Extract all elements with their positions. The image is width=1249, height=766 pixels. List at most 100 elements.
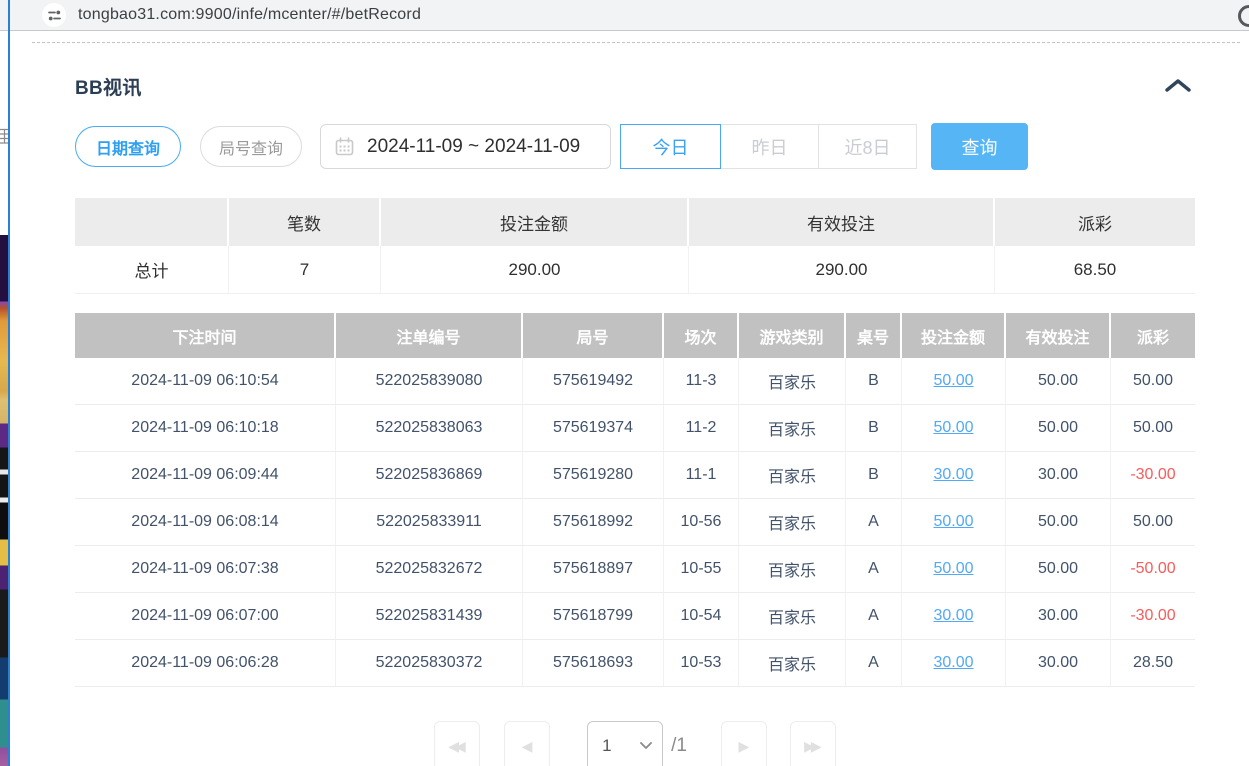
total-pages-label: /1 <box>671 735 687 757</box>
bet-amount-cell[interactable]: 50.00 <box>902 405 1006 452</box>
bet-table-header: 下注时间 注单编号 局号 场次 游戏类别 桌号 投注金额 有效投注 派彩 <box>75 313 1195 358</box>
browser-trailing-icon[interactable] <box>1238 5 1249 27</box>
order-no-cell: 522025832672 <box>336 546 523 593</box>
pagination-bar: ◀◀ ◀ 1 /1 ▶ ▶▶ <box>75 721 1195 766</box>
summary-total-valid-bet: 290.00 <box>689 246 995 294</box>
page-title: BB视讯 <box>75 73 142 100</box>
order-no-cell: 522025831439 <box>336 593 523 640</box>
game-type-cell: 百家乐 <box>739 593 846 640</box>
round-no-cell: 575618693 <box>523 640 664 687</box>
last-page-button[interactable]: ▶▶ <box>790 721 836 766</box>
double-right-arrow-icon: ▶▶ <box>804 738 822 755</box>
chevron-up-icon <box>1165 79 1191 92</box>
double-left-arrow-icon: ◀◀ <box>448 738 466 755</box>
table-no-cell: B <box>846 405 902 452</box>
round-no-cell: 575618897 <box>523 546 664 593</box>
game-type-cell: 百家乐 <box>739 452 846 499</box>
order-no-cell: 522025839080 <box>336 358 523 405</box>
bet-time-cell: 2024-11-09 06:07:00 <box>75 593 336 640</box>
header-valid-bet: 有效投注 <box>1006 313 1111 358</box>
header-session: 场次 <box>664 313 739 358</box>
bet-time-cell: 2024-11-09 06:06:28 <box>75 640 336 687</box>
bet-record-panel: BB视讯 日期查询 局号查询 <box>10 31 1249 766</box>
summary-header-blank <box>75 198 229 246</box>
valid-bet-cell: 50.00 <box>1006 499 1111 546</box>
table-row: 2024-11-09 06:10:18522025838063575619374… <box>75 405 1195 452</box>
prev-page-button[interactable]: ◀ <box>504 721 550 766</box>
valid-bet-cell: 30.00 <box>1006 452 1111 499</box>
summary-total-row: 总计 7 290.00 290.00 68.50 <box>75 246 1195 294</box>
quick-range-today[interactable]: 今日 <box>620 124 721 169</box>
round-query-tab[interactable]: 局号查询 <box>200 126 302 167</box>
header-bet-amount: 投注金额 <box>902 313 1006 358</box>
quick-range-yesterday[interactable]: 昨日 <box>721 124 819 169</box>
header-payout: 派彩 <box>1111 313 1195 358</box>
right-arrow-icon: ▶ <box>739 738 750 755</box>
payout-cell: -50.00 <box>1111 546 1195 593</box>
table-no-cell: B <box>846 452 902 499</box>
session-cell: 11-1 <box>664 452 739 499</box>
bet-time-cell: 2024-11-09 06:07:38 <box>75 546 336 593</box>
payout-cell: -30.00 <box>1111 593 1195 640</box>
filter-bar: 日期查询 局号查询 2024-11-09 ~ 2024-11-09 <box>75 123 1195 170</box>
order-no-cell: 522025836869 <box>336 452 523 499</box>
bet-record-table: 下注时间 注单编号 局号 场次 游戏类别 桌号 投注金额 有效投注 派彩 202… <box>75 313 1195 687</box>
session-cell: 10-53 <box>664 640 739 687</box>
summary-header-payout: 派彩 <box>995 198 1195 246</box>
dotted-divider <box>32 42 1240 43</box>
table-row: 2024-11-09 06:07:38522025832672575618897… <box>75 546 1195 593</box>
next-page-button[interactable]: ▶ <box>721 721 767 766</box>
valid-bet-cell: 30.00 <box>1006 593 1111 640</box>
header-bet-time: 下注时间 <box>75 313 336 358</box>
game-type-cell: 百家乐 <box>739 640 846 687</box>
header-round-no: 局号 <box>523 313 664 358</box>
first-page-button[interactable]: ◀◀ <box>434 721 480 766</box>
game-type-cell: 百家乐 <box>739 405 846 452</box>
quick-range-group: 今日 昨日 近8日 <box>620 124 917 169</box>
round-no-cell: 575618992 <box>523 499 664 546</box>
game-type-cell: 百家乐 <box>739 546 846 593</box>
valid-bet-cell: 50.00 <box>1006 358 1111 405</box>
payout-cell: 28.50 <box>1111 640 1195 687</box>
session-cell: 11-3 <box>664 358 739 405</box>
valid-bet-cell: 50.00 <box>1006 405 1111 452</box>
header-order-no: 注单编号 <box>336 313 523 358</box>
round-no-cell: 575619280 <box>523 452 664 499</box>
quick-range-last8days[interactable]: 近8日 <box>819 124 917 169</box>
page-select-dropdown[interactable]: 1 <box>587 721 663 766</box>
table-no-cell: A <box>846 546 902 593</box>
bet-amount-cell[interactable]: 50.00 <box>902 358 1006 405</box>
browser-url-bar: tongbao31.com:9900/infe/mcenter/#/betRec… <box>0 0 1249 31</box>
bet-amount-cell[interactable]: 30.00 <box>902 593 1006 640</box>
date-query-tab[interactable]: 日期查询 <box>75 126 181 167</box>
bet-time-cell: 2024-11-09 06:10:18 <box>75 405 336 452</box>
date-range-value: 2024-11-09 ~ 2024-11-09 <box>367 136 580 158</box>
table-row: 2024-11-09 06:07:00522025831439575618799… <box>75 593 1195 640</box>
valid-bet-cell: 50.00 <box>1006 546 1111 593</box>
summary-total-bet-amount: 290.00 <box>381 246 689 294</box>
summary-total-count: 7 <box>229 246 381 294</box>
table-row: 2024-11-09 06:09:44522025836869575619280… <box>75 452 1195 499</box>
round-no-cell: 575618799 <box>523 593 664 640</box>
table-row: 2024-11-09 06:10:54522025839080575619492… <box>75 358 1195 405</box>
table-no-cell: A <box>846 640 902 687</box>
table-no-cell: A <box>846 499 902 546</box>
bet-amount-cell[interactable]: 30.00 <box>902 452 1006 499</box>
panel-edge-divider <box>8 0 10 766</box>
round-no-cell: 575619492 <box>523 358 664 405</box>
date-range-input[interactable]: 2024-11-09 ~ 2024-11-09 <box>320 124 611 169</box>
bet-amount-cell[interactable]: 30.00 <box>902 640 1006 687</box>
summary-total-payout: 68.50 <box>995 246 1195 294</box>
header-table-no: 桌号 <box>846 313 902 358</box>
site-permissions-icon[interactable] <box>42 3 66 27</box>
bet-amount-cell[interactable]: 50.00 <box>902 499 1006 546</box>
bet-amount-cell[interactable]: 50.00 <box>902 546 1006 593</box>
search-button[interactable]: 查询 <box>931 123 1028 170</box>
summary-table: 笔数 投注金额 有效投注 派彩 总计 7 290.00 290.00 68.50 <box>75 198 1195 294</box>
round-no-cell: 575619374 <box>523 405 664 452</box>
url-text[interactable]: tongbao31.com:9900/infe/mcenter/#/betRec… <box>78 6 421 24</box>
payout-cell: 50.00 <box>1111 358 1195 405</box>
left-arrow-icon: ◀ <box>522 738 533 755</box>
collapse-section-button[interactable] <box>1161 77 1195 97</box>
summary-total-label: 总计 <box>75 246 229 294</box>
